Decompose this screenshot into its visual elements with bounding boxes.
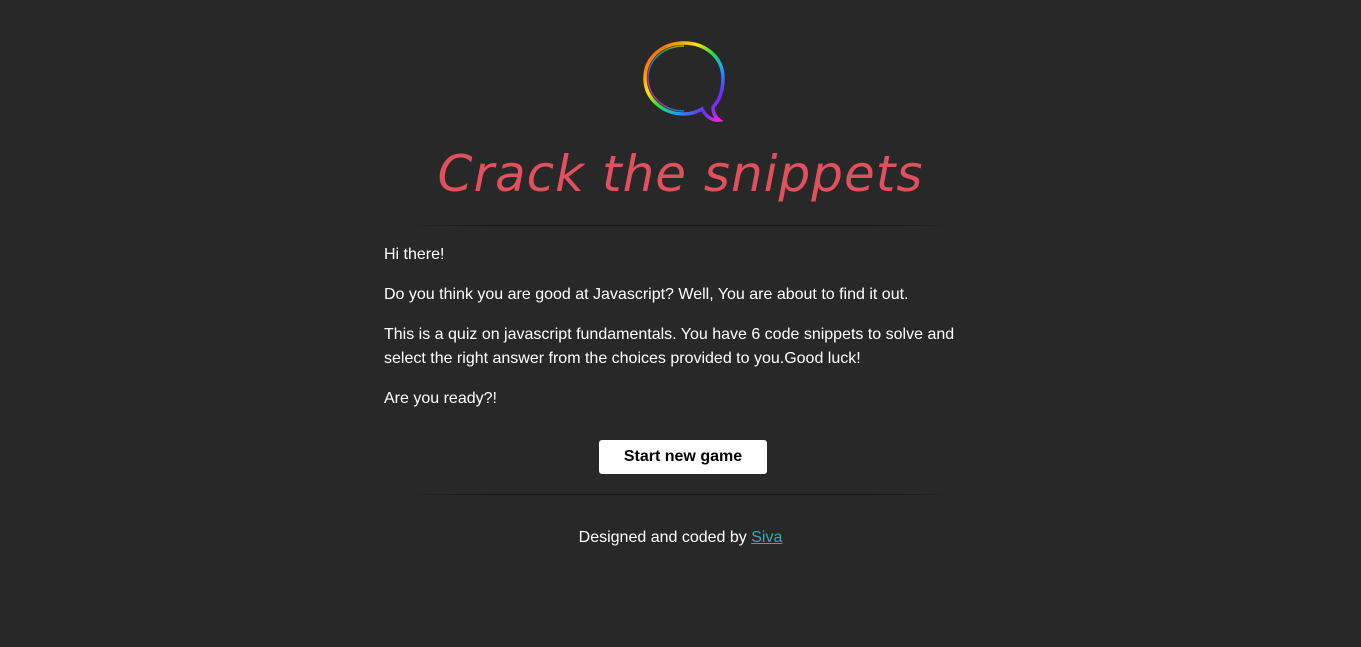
author-link[interactable]: Siva xyxy=(751,529,782,546)
bottom-divider xyxy=(408,494,956,495)
page: Crack the snippets Hi there! Do you thin… xyxy=(0,0,1361,647)
intro-text: Hi there! Do you think you are good at J… xyxy=(384,243,994,427)
top-divider xyxy=(408,225,956,226)
description-text: This is a quiz on javascript fundamental… xyxy=(384,326,955,367)
ready-prompt-text: Are you ready?! xyxy=(384,390,497,407)
footer: Designed and coded by Siva xyxy=(0,527,1361,549)
quiz-logo-icon xyxy=(639,37,729,127)
start-new-game-button[interactable]: Start new game xyxy=(599,440,767,474)
page-title: Crack the snippets xyxy=(437,145,924,203)
question-text: Do you think you are good at Javascript?… xyxy=(384,286,909,303)
greeting-text: Hi there! xyxy=(384,246,445,263)
footer-credit-text: Designed and coded by xyxy=(578,529,752,546)
